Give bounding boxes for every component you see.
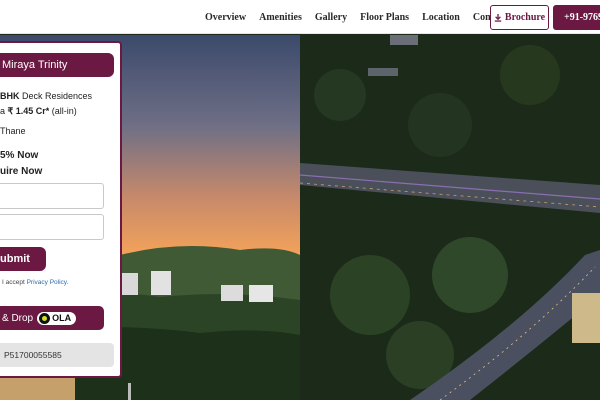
configuration-bhk: BHK [0,91,20,101]
project-title: Miraya Trinity [0,53,114,77]
hero-aerial-image [300,35,600,400]
price-prefix: a [0,106,8,116]
nav-amenities[interactable]: Amenities [259,12,302,23]
phone-label: +91-9769 [564,12,600,23]
configuration-type: Deck Residences [19,91,93,101]
enquiry-card: Miraya Trinity BHK Deck Residences a ₹ 1… [0,41,122,378]
offer-text: 5% Now [0,150,39,161]
name-field[interactable] [0,183,104,209]
submit-button[interactable]: ubmit [0,247,46,271]
nav-overview[interactable]: Overview [205,12,246,23]
ola-icon [39,312,51,324]
pickup-label: & Drop [2,312,34,324]
ola-label: OLA [52,313,72,323]
configuration-text: BHK Deck Residences [0,91,92,101]
consent-text: I accept Privacy Policy. [2,279,68,286]
rera-number: P51700055585 [0,343,114,367]
top-navigation-bar: Overview Amenities Gallery Floor Plans L… [0,0,600,34]
nav-location[interactable]: Location [422,12,460,23]
price-text: a ₹ 1.45 Cr* (all-in) [0,106,77,117]
consent-label: I accept [2,279,27,286]
brochure-button[interactable]: Brochure [490,5,549,30]
phone-button[interactable]: +91-9769 [553,5,600,30]
price-suffix: (all-in) [49,106,77,116]
location-text: Thane [0,126,26,136]
nav-gallery[interactable]: Gallery [315,12,347,23]
privacy-policy-link[interactable]: Privacy Policy. [27,279,69,286]
nav-floor-plans[interactable]: Floor Plans [360,12,409,23]
price-value: ₹ 1.45 Cr* [7,106,50,116]
enquire-heading: uire Now [0,166,43,177]
ola-logo: OLA [37,311,77,325]
nav-links: Overview Amenities Gallery Floor Plans L… [205,0,520,34]
brochure-label: Brochure [504,12,546,23]
phone-field[interactable] [0,214,104,240]
download-icon [494,13,502,22]
pickup-drop-banner[interactable]: & Drop OLA [0,306,104,330]
